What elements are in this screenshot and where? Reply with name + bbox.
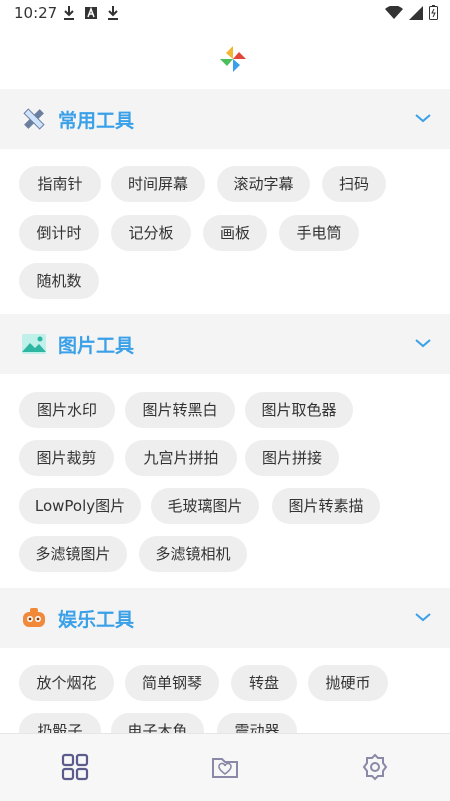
tool-chip[interactable]: 图片转素描 (272, 488, 380, 524)
ruler-pencil-icon (23, 108, 45, 130)
tool-chip[interactable]: 简单钢琴 (125, 665, 219, 701)
tool-chip[interactable]: 毛玻璃图片 (151, 488, 259, 524)
status-time: 10:27 (14, 4, 58, 22)
tool-chip[interactable]: 图片水印 (19, 392, 115, 428)
gear-icon[interactable] (360, 752, 390, 782)
signal-icon (409, 5, 423, 20)
bottom-nav (0, 733, 450, 801)
tool-chip[interactable]: 倒计时 (19, 215, 99, 251)
landscape-image-icon (22, 334, 46, 354)
tool-chip[interactable]: 多滤镜相机 (139, 536, 247, 572)
system-icons (385, 5, 438, 20)
download-icon (108, 6, 118, 20)
chevron-down-icon[interactable] (414, 111, 432, 125)
tool-chip[interactable]: 抛硬币 (308, 665, 388, 701)
tool-chip[interactable]: 九宫片拼拍 (125, 440, 237, 476)
notification-icons (62, 5, 120, 21)
tool-chip[interactable]: 指南针 (19, 166, 101, 202)
tool-chip[interactable]: 转盘 (231, 665, 297, 701)
tool-chip[interactable]: 记分板 (111, 215, 191, 251)
battery-icon (429, 5, 438, 20)
app-logo-icon (220, 46, 246, 72)
grid-icon[interactable] (60, 752, 90, 782)
tool-chip[interactable]: 图片拼接 (245, 440, 339, 476)
section-title: 娱乐工具 (58, 609, 135, 631)
tool-chip[interactable]: 滚动字幕 (217, 166, 310, 202)
section-title: 图片工具 (58, 335, 135, 357)
tool-chip[interactable]: 多滤镜图片 (19, 536, 127, 572)
tool-chip[interactable]: 随机数 (19, 263, 99, 299)
tool-chip[interactable]: 画板 (203, 215, 267, 251)
tool-chip[interactable]: 扫码 (322, 166, 386, 202)
tool-chip[interactable]: 图片转黑白 (125, 392, 235, 428)
a-box-icon (85, 6, 97, 19)
section-header-fun-tools[interactable]: 娱乐工具 (0, 588, 450, 648)
chevron-down-icon[interactable] (414, 610, 432, 624)
tool-chip[interactable]: 手电筒 (279, 215, 359, 251)
tool-chip[interactable]: 时间屏幕 (111, 166, 205, 202)
section-header-image-tools[interactable]: 图片工具 (0, 314, 450, 374)
tool-chip[interactable]: LowPoly图片 (19, 488, 141, 524)
folder-heart-icon[interactable] (210, 752, 240, 782)
status-bar: 10:27 (0, 0, 450, 26)
chevron-down-icon[interactable] (414, 336, 432, 350)
robot-face-icon (23, 608, 45, 627)
tool-chip[interactable]: 图片取色器 (245, 392, 353, 428)
section-title: 常用工具 (58, 110, 135, 132)
wifi-icon (385, 5, 403, 19)
download-icon (64, 6, 74, 20)
tool-chip[interactable]: 图片裁剪 (19, 440, 114, 476)
section-header-common-tools[interactable]: 常用工具 (0, 89, 450, 149)
tool-chip[interactable]: 放个烟花 (19, 665, 114, 701)
